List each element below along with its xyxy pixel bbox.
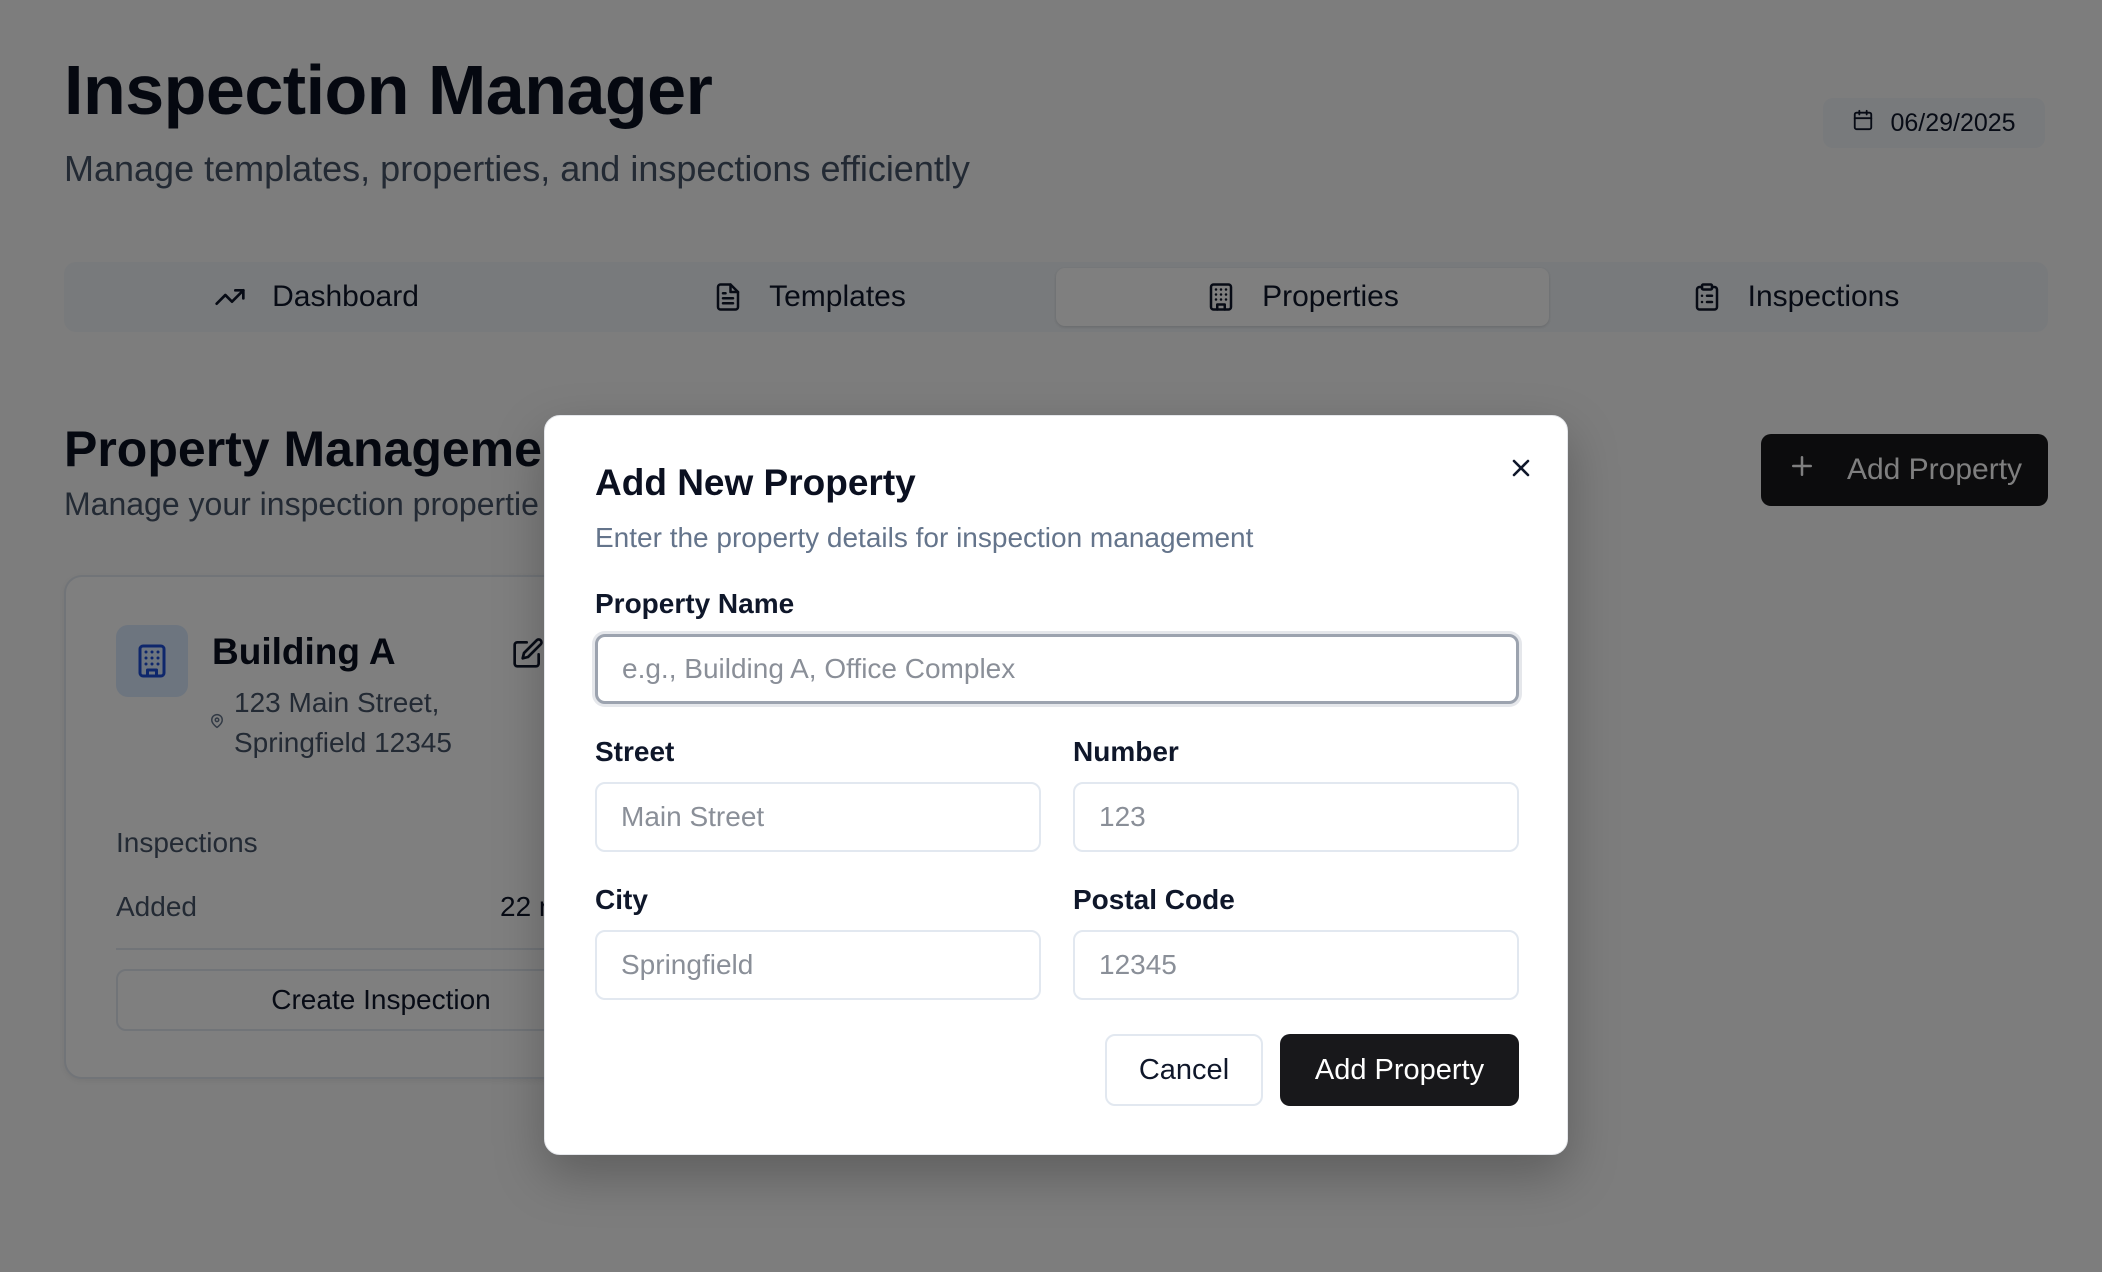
street-label: Street — [595, 736, 675, 767]
dialog-description: Enter the property details for inspectio… — [595, 522, 1254, 553]
dialog-title: Add New Property — [595, 462, 916, 503]
page: Inspection Manager Manage templates, pro… — [0, 0, 2102, 1272]
cancel-button[interactable]: Cancel — [1105, 1034, 1263, 1106]
property-name-input[interactable] — [595, 634, 1519, 704]
property-name-label: Property Name — [595, 588, 795, 619]
postal-code-input[interactable] — [1073, 930, 1519, 1000]
number-label: Number — [1073, 736, 1179, 767]
street-input[interactable] — [595, 782, 1041, 852]
city-input[interactable] — [595, 930, 1041, 1000]
number-input[interactable] — [1073, 782, 1519, 852]
postal-code-label: Postal Code — [1073, 884, 1235, 915]
add-property-dialog: Add New Property Enter the property deta… — [544, 415, 1568, 1155]
close-icon[interactable] — [1503, 450, 1539, 486]
submit-add-property-button[interactable]: Add Property — [1280, 1034, 1519, 1106]
city-label: City — [595, 884, 648, 915]
